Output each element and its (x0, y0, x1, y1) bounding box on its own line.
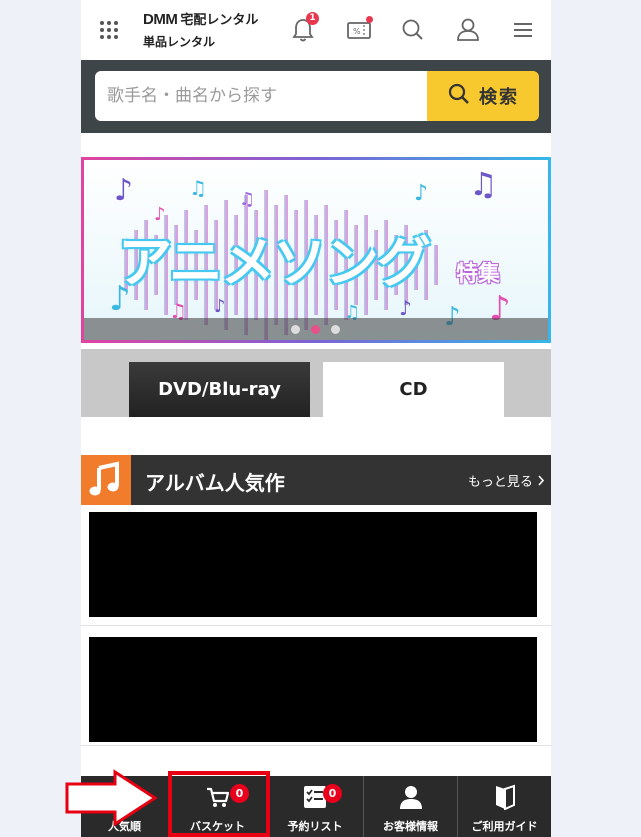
notification-bell-icon[interactable]: 1 (287, 12, 319, 46)
logo-brand: DMM (143, 11, 178, 28)
pointer-arrow (63, 768, 163, 832)
search-button-label: 検索 (479, 87, 519, 108)
tab-dvd-bluray[interactable]: DVD/Blu-ray (129, 362, 310, 417)
coupon-dot (366, 16, 373, 23)
nav-label: 予約リスト (287, 820, 343, 833)
hamburger-menu-icon[interactable] (507, 14, 539, 46)
music-note-icon (81, 455, 131, 505)
notification-badge: 1 (306, 12, 319, 25)
logo-service: 宅配レンタル (180, 13, 259, 28)
carousel-dot-1[interactable] (291, 325, 300, 334)
album-item-1[interactable] (89, 512, 537, 617)
carousel-dot-3[interactable] (331, 325, 340, 334)
logo-subtitle: 単品レンタル (143, 35, 216, 49)
section-header-album-ranking: アルバム人気作 もっと見る (81, 455, 551, 505)
svg-text:♫: ♫ (239, 189, 255, 210)
list-divider (81, 625, 551, 626)
search-icon[interactable] (397, 14, 429, 46)
anime-song-banner[interactable]: ♪ ♫ ♪ ♫ ♪ ♫ ♪ ♫ ♪ ♫ ♪ ♪ ♪ アニメソング 特集 (81, 157, 551, 343)
header: DMM 宅配レンタル 単品レンタル 1 % (81, 0, 551, 60)
phone-viewport: DMM 宅配レンタル 単品レンタル 1 % 歌手名・曲名から探す 検索 ♪ ♫ … (81, 0, 551, 837)
svg-text:♪: ♪ (214, 296, 226, 317)
album-item-2[interactable] (89, 637, 537, 742)
media-tabs: DVD/Blu-ray CD (81, 349, 551, 417)
basket-highlight-box (168, 771, 270, 837)
svg-text:♪: ♪ (114, 173, 133, 208)
banner-subtitle: 特集 (456, 262, 501, 287)
nav-customer-info[interactable]: お客様情報 (363, 776, 457, 837)
app-grid-icon[interactable] (99, 20, 119, 40)
user-account-icon[interactable] (452, 14, 484, 46)
svg-text:♫: ♫ (469, 165, 498, 203)
carousel-indicator (84, 318, 548, 340)
coupon-icon[interactable]: % (343, 14, 375, 46)
svg-text:♫: ♫ (189, 176, 207, 200)
tab-cd[interactable]: CD (323, 362, 504, 417)
reservation-count-badge: 0 (323, 784, 342, 803)
search-button[interactable]: 検索 (427, 71, 539, 121)
site-logo[interactable]: DMM 宅配レンタル 単品レンタル (143, 11, 258, 51)
nav-user-guide[interactable]: ご利用ガイド (457, 776, 551, 837)
see-more-link[interactable]: もっと見る (468, 471, 545, 490)
magnifier-icon (447, 82, 471, 111)
banner-title: アニメソング (118, 231, 431, 294)
book-icon (493, 784, 517, 814)
search-bar: 検索 (81, 60, 551, 133)
see-more-label: もっと見る (467, 475, 533, 490)
section-title: アルバム人気作 (145, 471, 285, 495)
svg-text:♪: ♪ (399, 296, 412, 320)
svg-text:♪: ♪ (414, 181, 428, 206)
nav-label: お客様情報 (383, 820, 438, 833)
person-icon (399, 784, 423, 814)
svg-text:%: % (353, 27, 361, 36)
chevron-right-icon (537, 475, 545, 490)
carousel-dot-2-active[interactable] (311, 325, 320, 334)
nav-label: ご利用ガイド (471, 820, 538, 833)
nav-reservation-list[interactable]: 0 予約リスト (266, 776, 363, 837)
list-divider (81, 745, 551, 746)
search-input[interactable] (95, 71, 427, 121)
